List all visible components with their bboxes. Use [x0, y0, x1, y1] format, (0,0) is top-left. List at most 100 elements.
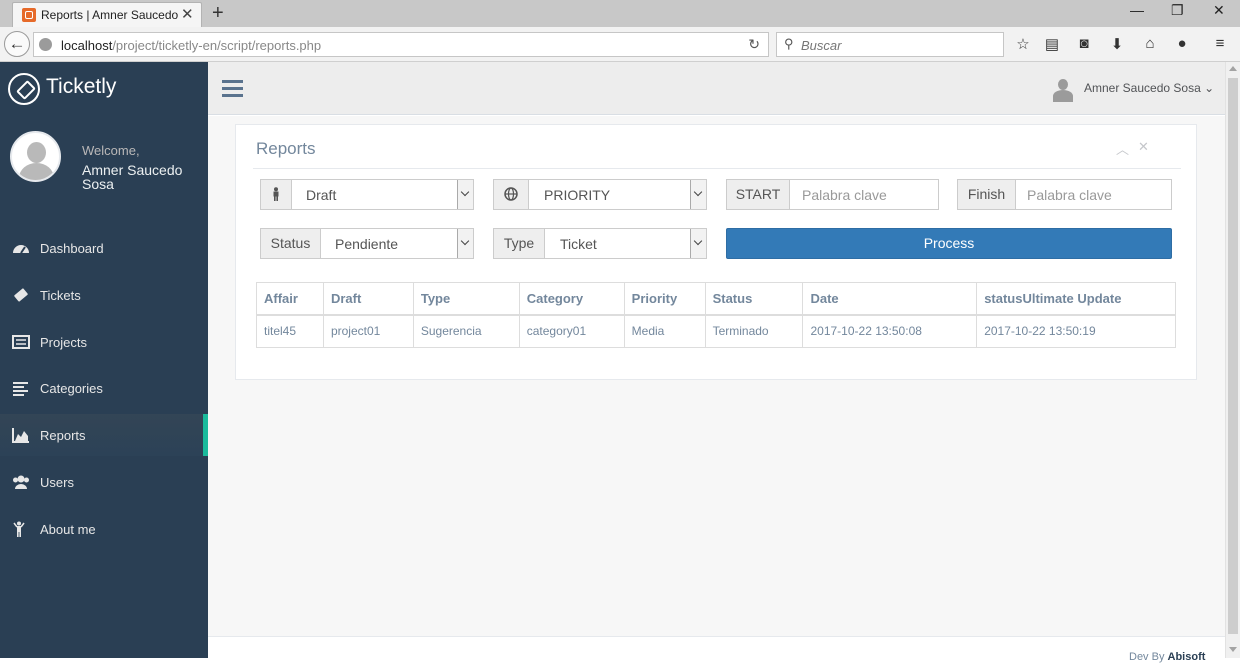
ticket-logo-icon [8, 73, 40, 105]
align-left-icon [13, 382, 28, 396]
priority-select-value: PRIORITY [544, 187, 611, 203]
sidebar-item-label: Reports [40, 428, 86, 443]
tab-close-icon[interactable]: ✕ [181, 5, 194, 23]
sidebar-item-label: Dashboard [40, 241, 104, 256]
reload-icon[interactable]: ↻ [748, 36, 760, 53]
sidebar-item-label: About me [40, 522, 96, 537]
url-text: localhost/project/ticketly-en/script/rep… [61, 38, 321, 53]
area-chart-icon [12, 428, 29, 443]
home-icon[interactable]: ⌂ [1140, 35, 1160, 52]
table-cell: category01 [518, 314, 625, 348]
welcome-text: Welcome, [82, 143, 140, 158]
table-cell: Sugerencia [412, 314, 520, 348]
scroll-thumb[interactable] [1228, 78, 1238, 634]
sidebar-item-label: Tickets [40, 288, 81, 303]
sidebar-item-tickets[interactable]: Tickets [0, 274, 208, 316]
site-info-icon[interactable] [39, 38, 52, 51]
sidebar-item-categories[interactable]: Categories [0, 367, 208, 409]
url-path: /project/ticketly-en/script/reports.php [112, 38, 322, 53]
close-icon[interactable]: ✕ [1138, 139, 1149, 155]
collapse-icon[interactable]: ︿ [1116, 139, 1129, 158]
table-cell: 2017-10-22 13:50:19 [976, 314, 1176, 348]
restore-button[interactable]: ❐ [1171, 2, 1184, 19]
start-date-field: START Palabra clave [726, 179, 939, 210]
sidebar-item-reports[interactable]: Reports [0, 414, 208, 456]
status-label: Status [261, 229, 321, 258]
minimize-button[interactable]: — [1130, 2, 1144, 18]
start-label: START [727, 180, 790, 209]
reading-list-icon[interactable]: ▤ [1042, 35, 1062, 53]
chevron-down-icon [457, 180, 473, 209]
menu-toggle-icon[interactable] [222, 80, 243, 97]
bookmark-star-icon[interactable]: ☆ [1013, 35, 1033, 53]
browser-search-input[interactable]: ⚲ Buscar [776, 32, 1004, 57]
table-cell: 2017-10-22 13:50:08 [802, 314, 978, 348]
chevron-down-icon [457, 229, 473, 258]
type-select[interactable]: Type Ticket [493, 228, 707, 259]
panel-divider [253, 168, 1181, 169]
chevron-down-icon [690, 180, 706, 209]
column-header-affair: Affair [256, 282, 324, 316]
footer: Dev By Abisoft [208, 636, 1225, 663]
back-arrow-icon: ← [8, 34, 26, 53]
project-select[interactable]: Draft [260, 179, 474, 210]
address-bar[interactable]: localhost/project/ticketly-en/script/rep… [33, 32, 769, 57]
back-button[interactable]: ← [4, 31, 30, 57]
sidebar-item-label: Categories [40, 381, 103, 396]
user-avatar[interactable] [1052, 79, 1074, 102]
user-icon [261, 180, 292, 209]
brand-name: Ticketly [46, 75, 117, 98]
tab-title: Reports | Amner Saucedo ... [41, 8, 179, 22]
new-tab-button[interactable]: + [212, 2, 224, 25]
priority-select[interactable]: PRIORITY [493, 179, 707, 210]
pocket-icon[interactable]: ◙ [1074, 35, 1094, 52]
status-select-value: Pendiente [335, 236, 399, 252]
table-cell: Terminado [704, 314, 804, 348]
process-button[interactable]: Process [726, 228, 1172, 259]
finish-input[interactable]: Palabra clave [1027, 187, 1112, 203]
browser-tabstrip: Reports | Amner Saucedo ... ✕ + — ❐ ✕ [0, 0, 1240, 27]
menu-icon[interactable]: ≡ [1210, 35, 1230, 52]
sidebar-item-about-me[interactable]: About me [0, 508, 208, 550]
panel-title: Reports [256, 139, 316, 158]
url-host: localhost [61, 38, 113, 53]
browser-navbar: ← localhost/project/ticketly-en/script/r… [0, 27, 1240, 62]
window-close-button[interactable]: ✕ [1213, 2, 1225, 19]
child-icon [13, 521, 25, 537]
scroll-down-icon[interactable] [1229, 647, 1237, 652]
browser-tab[interactable]: Reports | Amner Saucedo ... ✕ [12, 2, 202, 27]
start-input[interactable]: Palabra clave [802, 187, 887, 203]
type-select-value: Ticket [560, 236, 597, 252]
top-nav: Amner Saucedo Sosa ⌄ [208, 62, 1225, 115]
footer-prefix: Dev By [1129, 651, 1168, 663]
chevron-down-icon: ⌄ [1204, 81, 1215, 95]
sidebar-item-label: Users [40, 475, 74, 490]
table-cell: project01 [322, 314, 414, 348]
column-header-priority: Priority [623, 282, 706, 316]
table-cell: titel45 [256, 314, 324, 348]
download-icon[interactable]: ⬇ [1107, 35, 1127, 53]
sidebar: Ticketly Welcome, Amner Saucedo Sosa Das… [0, 62, 208, 658]
user-dropdown[interactable]: Amner Saucedo Sosa ⌄ [1084, 81, 1214, 95]
list-alt-icon [12, 335, 30, 349]
reports-table: Affair Draft Type Category Priority Stat… [256, 282, 1176, 348]
project-select-value: Draft [306, 187, 337, 203]
chat-icon[interactable]: ● [1172, 35, 1192, 52]
status-select[interactable]: Status Pendiente [260, 228, 474, 259]
scroll-up-icon[interactable] [1229, 66, 1237, 71]
sidebar-user-name: Amner Saucedo Sosa [82, 162, 183, 192]
ticket-icon [14, 288, 28, 302]
dashboard-icon [13, 245, 29, 254]
sidebar-item-projects[interactable]: Projects [0, 321, 208, 363]
type-label: Type [494, 229, 545, 258]
column-header-last-update: statusUltimate Update [976, 282, 1176, 316]
sidebar-item-dashboard[interactable]: Dashboard [0, 227, 208, 269]
sidebar-item-users[interactable]: Users [0, 461, 208, 503]
footer-author-link[interactable]: Abisoft [1168, 651, 1206, 663]
sidebar-item-label: Projects [40, 335, 87, 350]
page-scrollbar[interactable] [1225, 62, 1240, 658]
column-header-draft: Draft [322, 282, 414, 316]
search-icon: ⚲ [784, 36, 794, 51]
column-header-date: Date [802, 282, 978, 316]
table-row: titel45 project01 Sugerencia category01 … [256, 314, 1176, 348]
